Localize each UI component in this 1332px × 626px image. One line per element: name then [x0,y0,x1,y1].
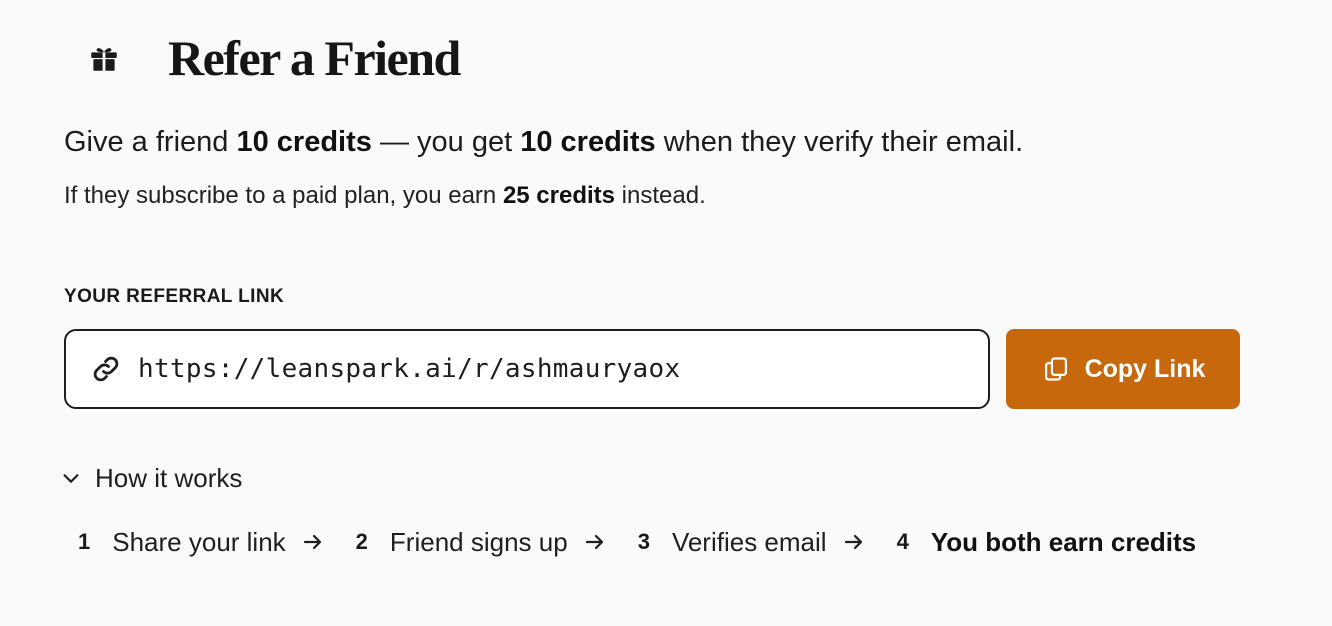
step-number: 3 [637,529,650,554]
copy-link-button[interactable]: Copy Link [1006,329,1240,409]
step-number: 1 [78,529,91,554]
chevron-down-icon [60,467,82,489]
copy-icon [1041,354,1071,384]
arrow-right-icon [582,529,608,555]
step-label: Verifies email [671,526,827,557]
how-it-works-toggle[interactable]: How it works [60,460,242,496]
copy-link-label: Copy Link [1084,354,1206,383]
your-credits-amount: 10 credits [520,126,656,158]
step-label: Friend signs up [389,526,568,557]
referral-link-field[interactable]: https://leanspark.ai/r/ashmauryaox [64,329,990,409]
step-number: 4 [896,529,909,554]
refer-a-friend-page: Refer a Friend Give a friend 10 credits … [0,0,1332,626]
how-it-works-steps: 1 Share your link 2 Friend signs up 3 Ve… [78,522,1196,562]
page-title: Refer a Friend [168,30,461,86]
link-icon [90,353,122,385]
arrow-right-icon [300,529,326,555]
how-it-works-label: How it works [95,462,243,493]
reward-description: Give a friend 10 credits — you get 10 cr… [64,126,1024,158]
paid-plan-credits-amount: 25 credits [502,182,616,209]
step-label: Share your link [112,526,286,557]
referral-link-label: YOUR REFERRAL LINK [64,286,285,307]
friend-credits-amount: 10 credits [236,126,372,158]
step-label: You both earn credits [930,526,1197,557]
gift-icon [86,40,122,76]
step-number: 2 [355,529,368,554]
paid-plan-bonus-description: If they subscribe to a paid plan, you ea… [64,182,706,209]
page-header: Refer a Friend [86,26,461,90]
arrow-right-icon [841,529,867,555]
referral-link-url[interactable]: https://leanspark.ai/r/ashmauryaox [138,354,680,384]
